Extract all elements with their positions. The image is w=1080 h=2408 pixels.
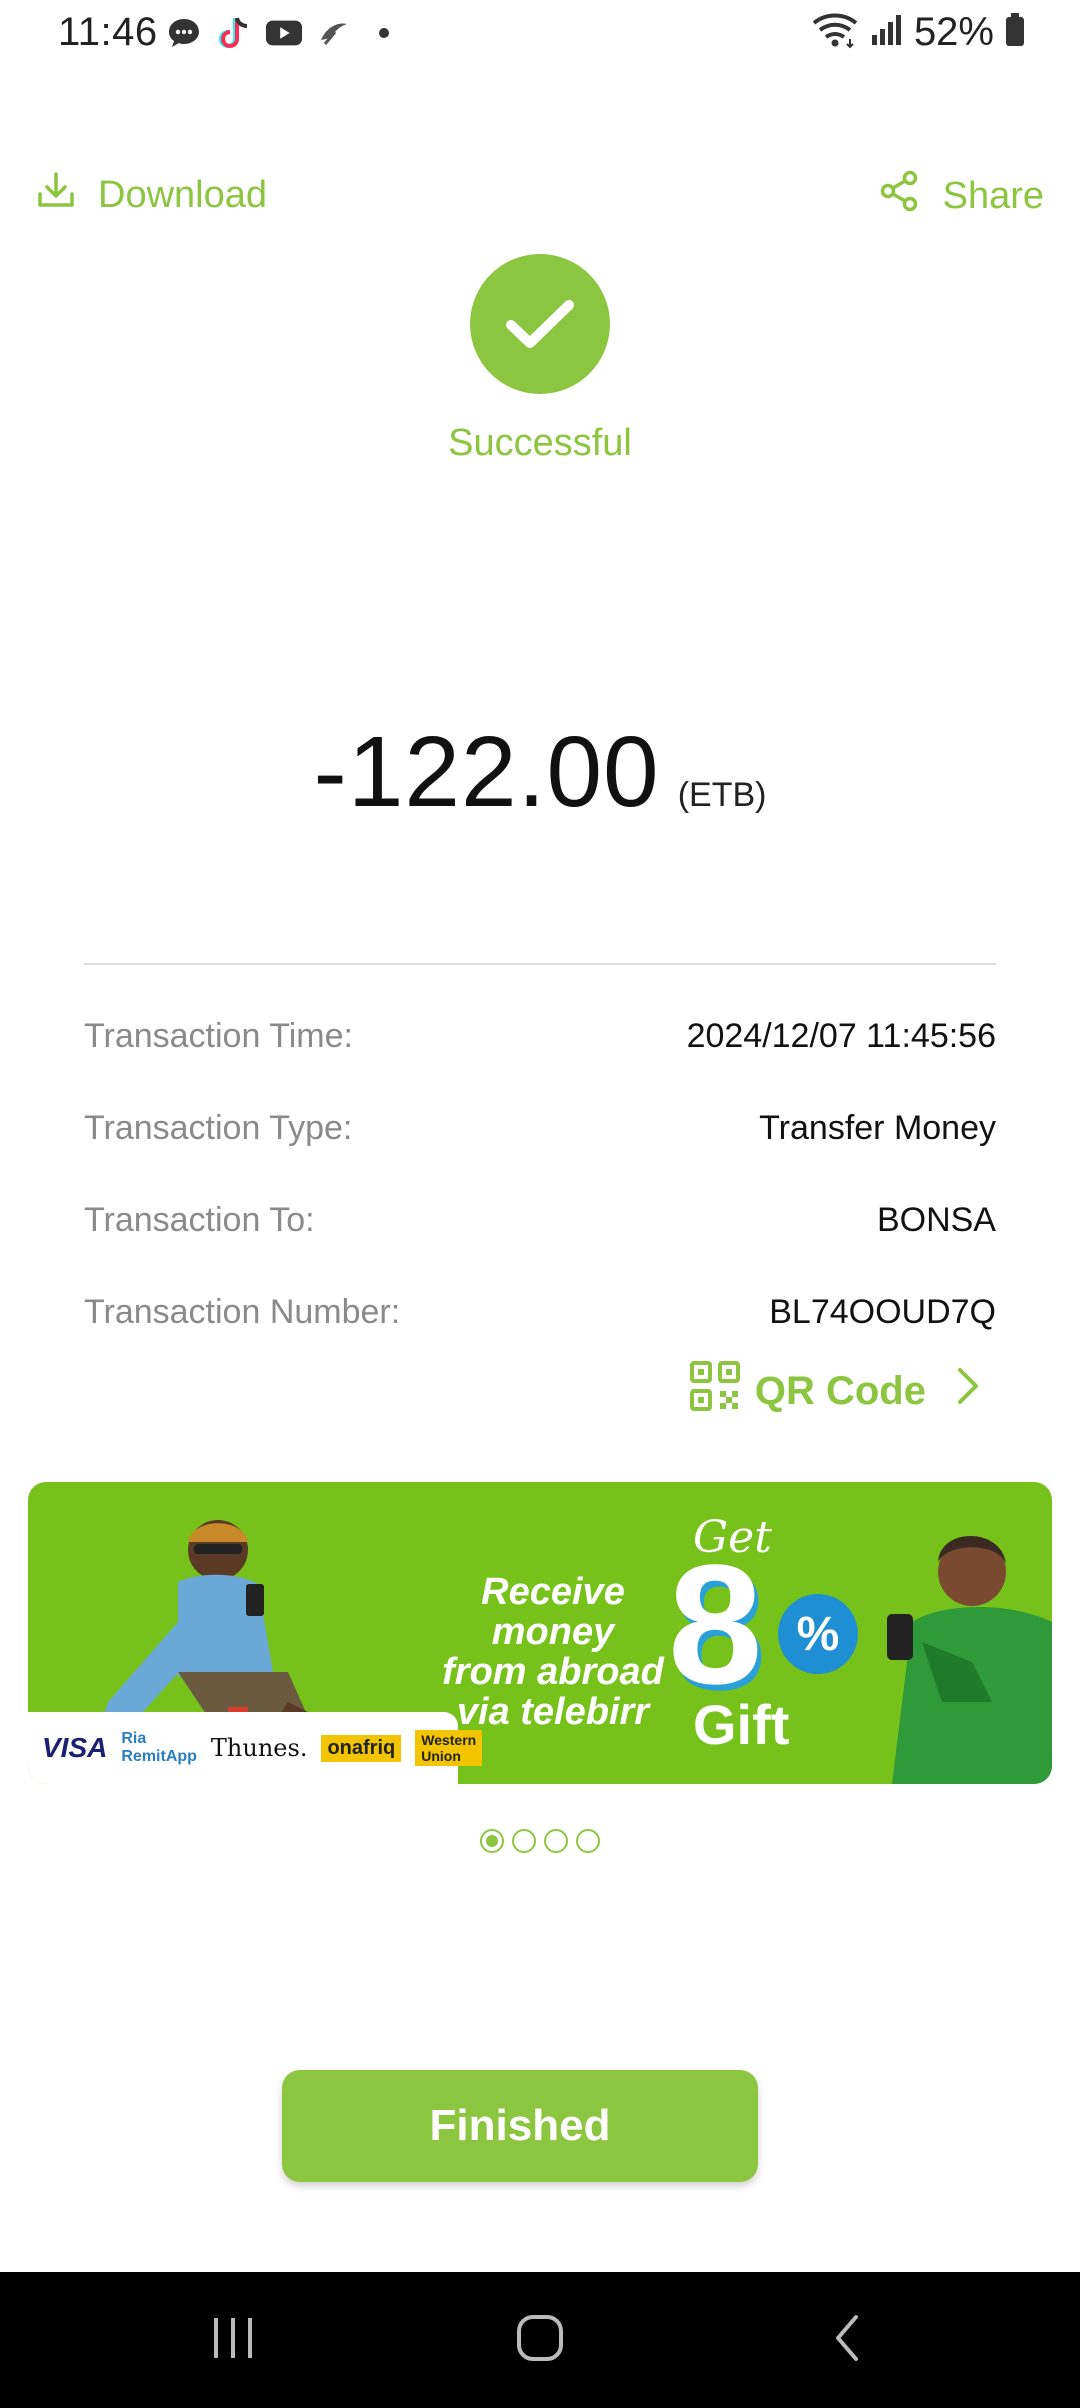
download-button[interactable]: Download — [36, 170, 267, 220]
detail-value: BL74OOUD7Q — [769, 1292, 996, 1331]
recent-apps-icon — [208, 2316, 258, 2365]
detail-label: Transaction To: — [84, 1200, 315, 1239]
promo-line-2: from abroad — [442, 1651, 664, 1693]
wifi-icon — [810, 11, 860, 54]
detail-label: Transaction Type: — [84, 1108, 353, 1147]
promo-line-3: via telebirr — [456, 1691, 650, 1733]
detail-row-to: Transaction To: BONSA — [84, 1174, 996, 1266]
promo-percent-badge: % — [778, 1594, 858, 1674]
detail-value: Transfer Money — [759, 1108, 996, 1147]
amount-currency: (ETB) — [677, 776, 767, 814]
woman-with-phone-image — [852, 1502, 1052, 1784]
detail-row-time: Transaction Time: 2024/12/07 11:45:56 — [84, 990, 996, 1082]
messages-icon — [165, 14, 203, 52]
back-button[interactable] — [797, 2300, 897, 2380]
chevron-right-icon — [956, 1366, 980, 1416]
dot-icon — [365, 14, 403, 52]
carousel-dot-1[interactable] — [480, 1829, 504, 1853]
carousel-dot-3[interactable] — [544, 1829, 568, 1853]
system-status: 52% — [810, 10, 1026, 55]
qr-code-label: QR Code — [754, 1368, 926, 1413]
home-button[interactable] — [490, 2300, 590, 2380]
partner-western-union: Western Union — [415, 1730, 483, 1766]
partner-onafriq: onafriq — [321, 1734, 402, 1762]
download-icon — [36, 170, 76, 220]
detail-value: BONSA — [876, 1200, 996, 1239]
promo-text: Receive money from abroad via telebirr — [418, 1572, 688, 1732]
share-label: Share — [942, 174, 1044, 217]
amount-value: -122.00 — [313, 716, 660, 828]
promo-banner[interactable]: Receive money from abroad via telebirr G… — [28, 1482, 1052, 1784]
notification-icons — [165, 14, 403, 52]
youtube-icon — [265, 14, 303, 52]
download-label: Download — [98, 173, 267, 216]
tiktok-icon — [215, 14, 253, 52]
divider — [84, 963, 996, 965]
partner-visa: VISA — [42, 1732, 108, 1763]
battery-icon — [1004, 12, 1026, 53]
partner-logos: VISA Ria RemitApp Thunes. onafriq Wester… — [28, 1712, 483, 1784]
detail-row-type: Transaction Type: Transfer Money — [84, 1082, 996, 1174]
partner-thunes: Thunes. — [210, 1734, 308, 1762]
system-nav-bar — [0, 2272, 1080, 2408]
share-button[interactable]: Share — [879, 170, 1044, 222]
partner-ria: Ria RemitApp — [121, 1730, 197, 1765]
promo-gift-text: Gift — [693, 1693, 790, 1756]
qr-code-icon — [689, 1360, 741, 1422]
detail-label: Transaction Time: — [84, 1016, 353, 1055]
promo-number: 8 — [668, 1530, 763, 1720]
finished-button[interactable]: Finished — [282, 2070, 758, 2182]
detail-value: 2024/12/07 11:45:56 — [686, 1016, 996, 1055]
back-icon — [832, 2313, 862, 2368]
home-icon — [515, 2313, 565, 2368]
share-icon — [879, 170, 919, 222]
app-icon — [315, 14, 353, 52]
transaction-details: Transaction Time: 2024/12/07 11:45:56 Tr… — [84, 990, 996, 1358]
battery-percent: 52% — [913, 10, 994, 54]
carousel-dot-2[interactable] — [512, 1829, 536, 1853]
promo-line-1: Receive money — [481, 1571, 625, 1653]
detail-label: Transaction Number: — [84, 1292, 401, 1331]
status-text: Successful — [448, 422, 632, 464]
detail-row-number: Transaction Number: BL74OOUD7Q — [84, 1266, 996, 1358]
status-time: 11:46 — [58, 10, 158, 54]
carousel-indicator — [0, 1829, 1080, 1853]
status-bar: 11:46 52% — [0, 0, 1080, 70]
recent-apps-button[interactable] — [183, 2300, 283, 2380]
signal-icon — [870, 13, 904, 52]
amount: -122.00 (ETB) — [0, 715, 1080, 830]
success-check-icon — [470, 254, 610, 394]
qr-code-link[interactable]: QR Code — [689, 1360, 980, 1422]
carousel-dot-4[interactable] — [576, 1829, 600, 1853]
